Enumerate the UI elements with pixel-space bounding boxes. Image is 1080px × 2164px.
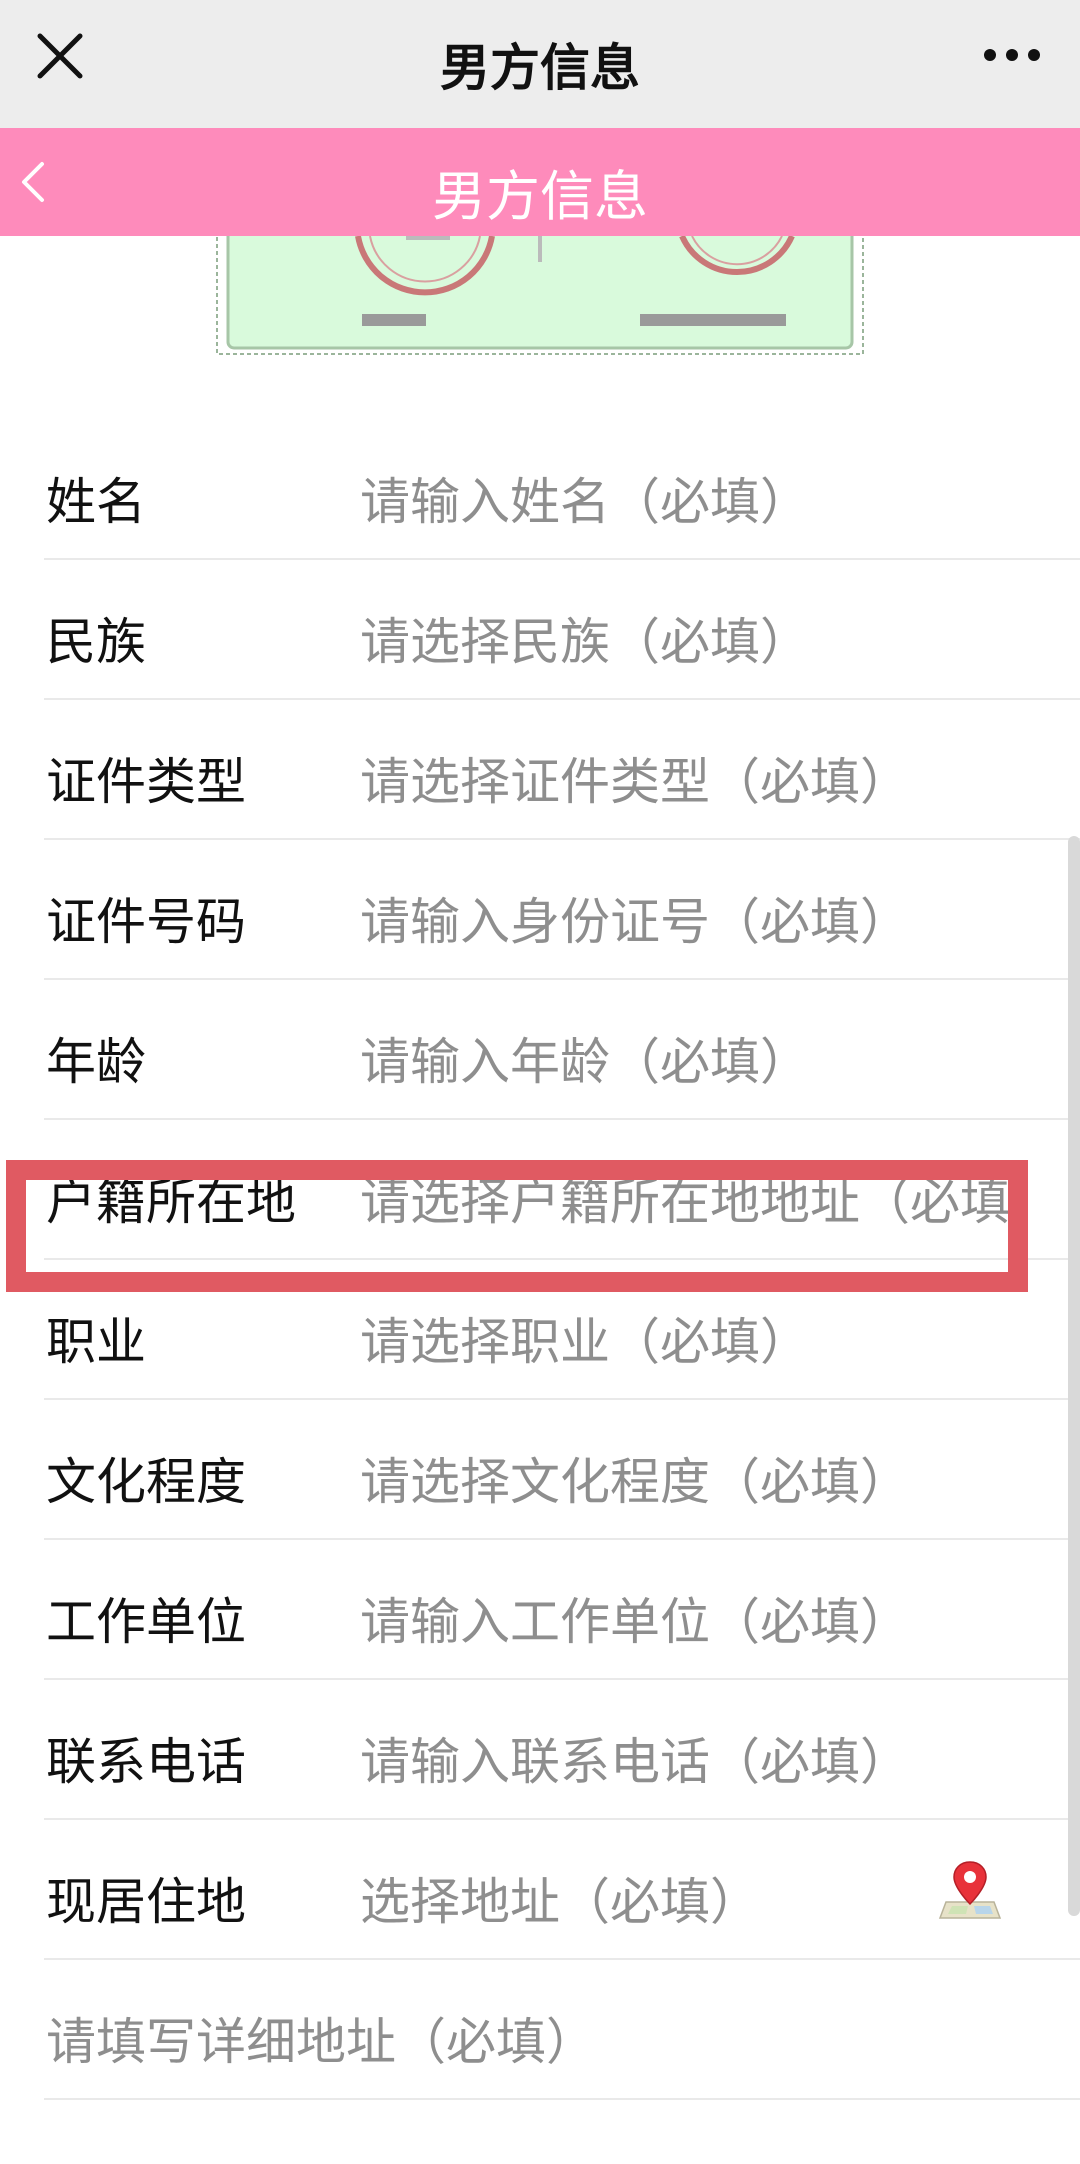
form-row-employer[interactable]: 工作单位 请输入工作单位（必填） — [0, 1540, 1080, 1680]
form-row-id-number[interactable]: 证件号码 请输入身份证号（必填） — [0, 840, 1080, 980]
field-label: 证件号码 — [46, 893, 246, 951]
scrollbar[interactable] — [1068, 836, 1080, 1916]
field-label: 联系电话 — [46, 1733, 246, 1791]
field-label: 现居住地 — [46, 1873, 246, 1931]
window-title: 男方信息 — [440, 39, 640, 97]
form-row-detail-address[interactable]: 请填写详细地址（必填） — [0, 1960, 1080, 2100]
ethnicity-select[interactable]: 请选择民族（必填） — [360, 602, 810, 674]
household-registration-select[interactable]: 请选择户籍所在地地址（必填 — [360, 1162, 1010, 1234]
field-label: 证件类型 — [46, 753, 246, 811]
info-form: 姓名 请输入姓名（必填） 民族 请选择民族（必填） 证件类型 请选择证件类型（必… — [0, 420, 1080, 2100]
occupation-select[interactable]: 请选择职业（必填） — [360, 1302, 810, 1374]
form-row-residence[interactable]: 现居住地 选择地址（必填） — [0, 1820, 1080, 1960]
employer-input[interactable]: 请输入工作单位（必填） — [360, 1582, 910, 1654]
field-label: 工作单位 — [46, 1593, 246, 1651]
form-row-household-registration[interactable]: 户籍所在地 请选择户籍所在地地址（必填 — [0, 1120, 1080, 1260]
form-row-name[interactable]: 姓名 请输入姓名（必填） — [0, 420, 1080, 560]
form-row-id-type[interactable]: 证件类型 请选择证件类型（必填） — [0, 700, 1080, 840]
field-label: 职业 — [46, 1313, 146, 1371]
top-bar: 男方信息 — [0, 0, 1080, 128]
field-label: 姓名 — [46, 473, 146, 531]
form-row-ethnicity[interactable]: 民族 请选择民族（必填） — [0, 560, 1080, 700]
form-row-age[interactable]: 年龄 请输入年龄（必填） — [0, 980, 1080, 1120]
id-type-select[interactable]: 请选择证件类型（必填） — [360, 742, 910, 814]
residence-select[interactable]: 选择地址（必填） — [360, 1862, 760, 1934]
field-label: 民族 — [46, 613, 146, 671]
field-label: 户籍所在地 — [46, 1173, 296, 1231]
field-label: 文化程度 — [46, 1453, 246, 1511]
form-row-occupation[interactable]: 职业 请选择职业（必填） — [0, 1260, 1080, 1400]
age-input[interactable]: 请输入年龄（必填） — [360, 1022, 810, 1094]
education-select[interactable]: 请选择文化程度（必填） — [360, 1442, 910, 1514]
map-pin-icon[interactable] — [938, 1858, 1002, 1922]
form-row-phone[interactable]: 联系电话 请输入联系电话（必填） — [0, 1680, 1080, 1820]
more-icon[interactable] — [982, 40, 1042, 70]
divider — [44, 2098, 1080, 2100]
page-header: 男方信息 — [0, 128, 1080, 236]
name-input[interactable]: 请输入姓名（必填） — [360, 462, 810, 534]
id-number-input[interactable]: 请输入身份证号（必填） — [360, 882, 910, 954]
form-row-education[interactable]: 文化程度 请选择文化程度（必填） — [0, 1400, 1080, 1540]
field-label: 年龄 — [46, 1033, 146, 1091]
page-title: 男方信息 — [432, 165, 648, 228]
certificate-illustration — [216, 236, 864, 355]
detail-address-input[interactable]: 请填写详细地址（必填） — [46, 2002, 596, 2074]
phone-input[interactable]: 请输入联系电话（必填） — [360, 1722, 910, 1794]
